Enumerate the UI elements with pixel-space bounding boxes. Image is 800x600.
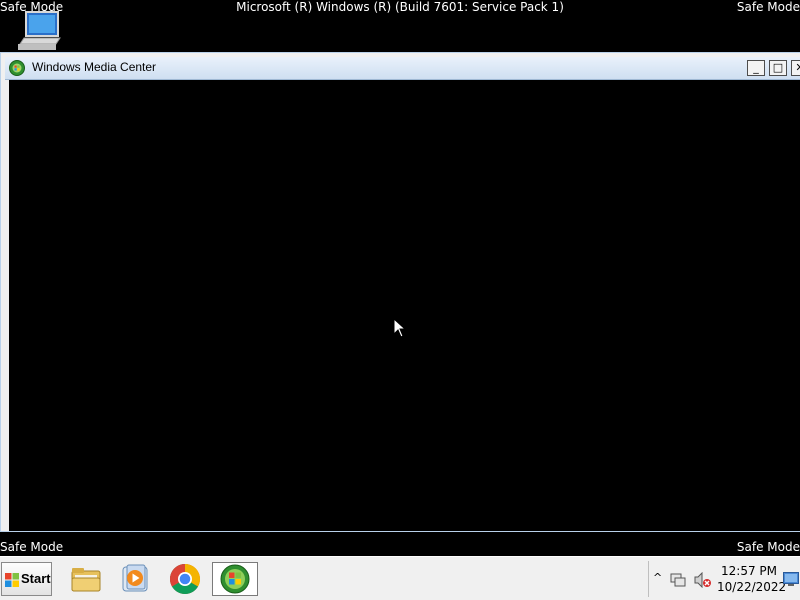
window-title: Windows Media Center (32, 60, 157, 74)
taskbar-google-chrome[interactable] (162, 562, 208, 596)
windows-media-center-icon (220, 564, 250, 594)
windows-flag-icon (5, 572, 19, 587)
minimize-button[interactable]: _ (747, 60, 765, 76)
clock-time[interactable]: 12:57 PM (721, 564, 777, 578)
start-label: Start (21, 571, 51, 586)
chrome-icon (169, 564, 201, 595)
taskbar-windows-media-player[interactable] (112, 562, 158, 596)
safe-mode-watermark-bottom-right: Safe Mode (736, 540, 800, 554)
computer-icon[interactable] (16, 10, 64, 52)
show-hidden-icons-button[interactable]: ^ (653, 571, 662, 584)
taskbar-windows-explorer[interactable] (63, 562, 109, 596)
taskbar-windows-media-center[interactable] (212, 562, 258, 596)
taskbar: Start ^ 12:57 PM 10/22/2022 (0, 556, 800, 600)
start-button[interactable]: Start (1, 562, 52, 596)
windows-media-center-icon (9, 60, 25, 76)
media-player-icon (122, 564, 148, 592)
media-center-window: Windows Media Center _ □ ✕ (0, 52, 800, 532)
window-client-area[interactable] (9, 80, 800, 531)
notification-area: ^ 12:57 PM 10/22/2022 (648, 561, 800, 597)
close-button[interactable]: ✕ (791, 60, 800, 76)
mouse-cursor-icon (393, 317, 407, 338)
maximize-button[interactable]: □ (769, 60, 787, 76)
volume-muted-icon[interactable] (694, 571, 712, 589)
safe-mode-build-watermark: Microsoft (R) Windows (R) (Build 7601: S… (236, 0, 564, 14)
network-icon[interactable] (670, 572, 686, 588)
title-bar[interactable]: Windows Media Center _ □ ✕ (5, 57, 800, 80)
desktop: Microsoft (R) Windows (R) (Build 7601: S… (0, 0, 800, 600)
show-desktop-icon[interactable] (783, 571, 799, 586)
safe-mode-watermark-top-right: Safe Mode (736, 0, 800, 14)
safe-mode-watermark-bottom-left: Safe Mode (0, 540, 64, 554)
folder-icon (71, 568, 101, 592)
clock-date[interactable]: 10/22/2022 (717, 580, 786, 594)
